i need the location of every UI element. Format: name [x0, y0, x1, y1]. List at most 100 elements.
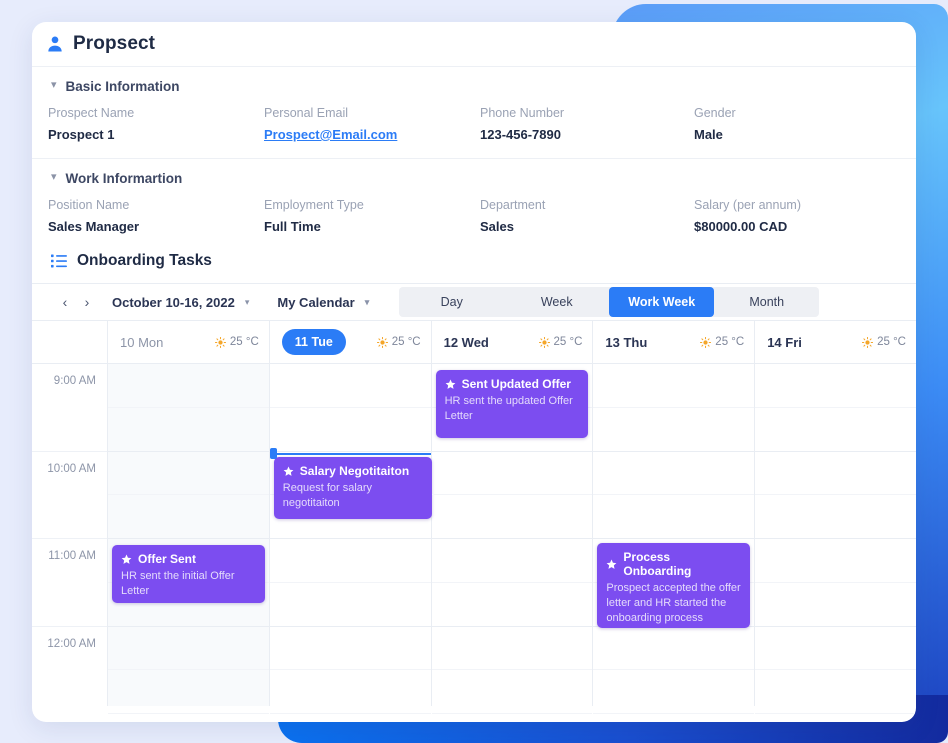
time-cell[interactable] — [269, 670, 431, 714]
day-column-fri[interactable] — [755, 364, 916, 714]
calendar-event-sent-updated-offer[interactable]: Sent Updated Offer HR sent the updated O… — [435, 370, 589, 438]
prev-week-button[interactable]: ‹ — [54, 289, 76, 315]
day-column-tue[interactable]: Salary Negotitaiton Request for salary n… — [269, 364, 432, 714]
section-header-basic[interactable]: ▾ Basic Information — [32, 79, 916, 94]
time-cell[interactable] — [593, 670, 755, 714]
time-cell[interactable] — [593, 495, 755, 539]
time-cell[interactable] — [593, 452, 755, 496]
time-cell[interactable] — [269, 583, 431, 627]
field-department: Department Sales — [480, 198, 694, 234]
weather-tue: 25 °C — [376, 336, 421, 348]
view-button-work-week[interactable]: Work Week — [609, 287, 715, 317]
time-cell[interactable] — [431, 495, 593, 539]
onboarding-tasks-header: Onboarding Tasks — [32, 238, 916, 283]
day-header-tue[interactable]: 11 Tue 25 °C — [270, 321, 432, 363]
event-title: Offer Sent — [138, 552, 197, 566]
time-cell[interactable] — [593, 408, 755, 452]
time-cell[interactable] — [431, 539, 593, 583]
sun-icon — [862, 336, 874, 348]
time-cell[interactable] — [108, 670, 269, 714]
field-employment-type: Employment Type Full Time — [264, 198, 480, 234]
temperature-label: 25 °C — [229, 336, 259, 348]
day-header-fri[interactable]: 14 Fri 25 °C — [755, 321, 916, 363]
event-title-row: Sent Updated Offer — [445, 377, 580, 391]
time-cell[interactable] — [108, 408, 269, 452]
time-cell[interactable] — [755, 539, 916, 583]
event-title-row: Salary Negotitaiton — [283, 464, 423, 478]
time-cell[interactable] — [108, 495, 269, 539]
fields-basic: Prospect Name Prospect 1 Personal Email … — [32, 106, 916, 142]
calendar-body: 9:00 AM 10:00 AM 11:00 AM 12:00 AM Offer… — [32, 364, 916, 714]
field-label: Employment Type — [264, 198, 364, 212]
calendar-toolbar: ‹ › October 10-16, 2022 ▾ My Calendar ▾ … — [32, 283, 916, 321]
time-cell[interactable] — [593, 627, 755, 671]
next-week-button[interactable]: › — [76, 289, 98, 315]
person-icon — [48, 36, 62, 52]
time-cell[interactable] — [108, 452, 269, 496]
time-cell[interactable] — [755, 364, 916, 408]
day-header-thu[interactable]: 13 Thu 25 °C — [593, 321, 756, 363]
field-label: Department — [480, 198, 546, 212]
section-work-information: ▾ Work Informartion Position Name Sales … — [32, 159, 916, 238]
time-cell[interactable] — [431, 627, 593, 671]
calendar-event-process-onboarding[interactable]: Process Onboarding Prospect accepted the… — [597, 543, 751, 628]
field-personal-email: Personal Email Prospect@Email.com — [264, 106, 480, 142]
time-cell[interactable] — [269, 539, 431, 583]
section-title-work: Work Informartion — [65, 171, 183, 186]
time-cell[interactable] — [755, 583, 916, 627]
time-cell[interactable] — [431, 583, 593, 627]
time-cell[interactable] — [431, 670, 593, 714]
time-cell[interactable] — [269, 364, 431, 408]
calendar-selector[interactable]: My Calendar ▾ — [277, 295, 369, 310]
day-column-wed[interactable]: Sent Updated Offer HR sent the updated O… — [431, 364, 594, 714]
calendar-selector-chevron-down-icon: ▾ — [364, 296, 370, 307]
time-cell[interactable] — [755, 495, 916, 539]
current-time-line — [269, 453, 431, 455]
event-description: Prospect accepted the offer letter and H… — [606, 582, 741, 624]
date-range-chevron-down-icon[interactable]: ▾ — [245, 297, 250, 308]
calendar-gutter-corner — [32, 321, 108, 363]
email-link[interactable]: Prospect@Email.com — [264, 127, 480, 142]
field-value: 123-456-7890 — [480, 127, 561, 142]
view-button-week[interactable]: Week — [504, 287, 609, 317]
day-header-wed[interactable]: 12 Wed 25 °C — [432, 321, 594, 363]
time-cell[interactable] — [755, 627, 916, 671]
time-cell[interactable] — [108, 364, 269, 408]
event-title-row: Offer Sent — [121, 552, 256, 566]
star-icon — [121, 554, 132, 564]
event-description: Request for salary negotitaiton — [282, 482, 373, 509]
temperature-label: 25 °C — [553, 336, 583, 348]
time-cell[interactable] — [755, 670, 916, 714]
time-cell[interactable] — [593, 364, 755, 408]
list-icon — [51, 254, 67, 268]
view-button-day[interactable]: Day — [399, 287, 504, 317]
temperature-label: 25 °C — [715, 336, 745, 348]
calendar-event-salary-negotiation[interactable]: Salary Negotitaiton Request for salary n… — [273, 457, 432, 519]
sun-icon — [538, 336, 550, 348]
section-basic-information: ▾ Basic Information Prospect Name Prospe… — [32, 67, 916, 159]
field-value: Prospect 1 — [48, 127, 115, 142]
sun-icon — [376, 336, 388, 348]
chevron-down-icon[interactable]: ▾ — [51, 80, 57, 91]
time-cell[interactable] — [755, 408, 916, 452]
field-salary: Salary (per annum) $80000.00 CAD — [694, 198, 916, 234]
time-cell[interactable] — [108, 627, 269, 671]
section-header-work[interactable]: ▾ Work Informartion — [32, 171, 916, 186]
event-title: Salary Negotitaiton — [299, 464, 410, 478]
card-header: Propsect — [32, 22, 916, 67]
date-range-label[interactable]: October 10-16, 2022 — [112, 295, 235, 310]
time-cell[interactable] — [269, 408, 431, 452]
view-button-month[interactable]: Month — [714, 287, 819, 317]
calendar-selector-label: My Calendar — [277, 294, 355, 310]
day-header-mon[interactable]: 10 Mon 25 °C — [108, 321, 270, 363]
chevron-down-icon[interactable]: ▾ — [51, 172, 57, 183]
onboarding-tasks-title: Onboarding Tasks — [77, 252, 212, 269]
time-cell[interactable] — [269, 627, 431, 671]
page-title: Propsect — [73, 33, 156, 54]
time-cell[interactable] — [431, 452, 593, 496]
time-slot: 9:00 AM — [32, 364, 107, 452]
day-column-thu[interactable]: Process Onboarding Prospect accepted the… — [593, 364, 756, 714]
day-column-mon[interactable]: Offer Sent HR sent the initial Offer Let… — [108, 364, 270, 714]
time-cell[interactable] — [755, 452, 916, 496]
calendar-event-offer-sent[interactable]: Offer Sent HR sent the initial Offer Let… — [112, 545, 265, 603]
